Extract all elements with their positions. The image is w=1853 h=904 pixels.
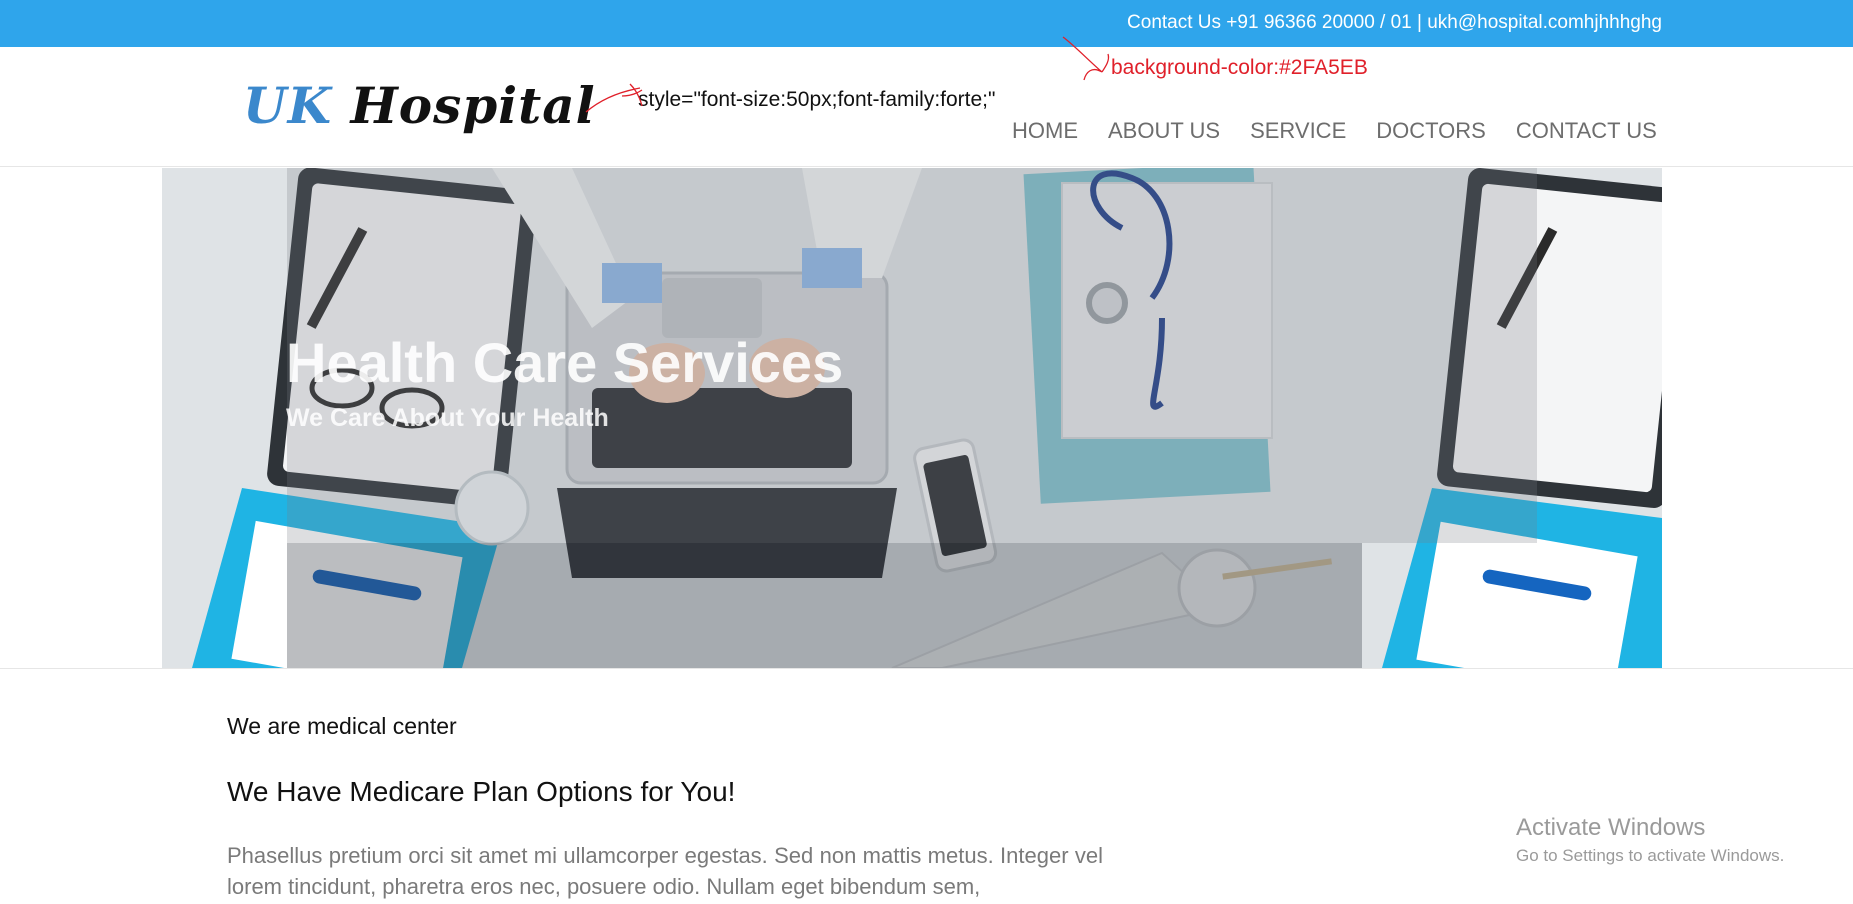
nav-item-doctors[interactable]: DOCTORS (1376, 118, 1486, 144)
nav-item-contact-us[interactable]: CONTACT US (1516, 118, 1657, 144)
background-color-annotation-note: background-color:#2FA5EB (1111, 56, 1368, 79)
section-paragraph: Phasellus pretium orci sit amet mi ullam… (227, 843, 1103, 899)
nav-item-service[interactable]: SERVICE (1250, 118, 1346, 144)
site-logo[interactable]: UK Hospital (243, 76, 596, 136)
nav-item-home[interactable]: HOME (1012, 118, 1078, 144)
activate-windows-watermark: Activate Windows Go to Settings to activ… (1516, 814, 1784, 866)
logo-part-hospital: Hospital (350, 76, 596, 135)
hero-subtitle: We Care About Your Health (286, 404, 609, 432)
logo-part-uk: UK (243, 76, 333, 135)
nav-item-about-us[interactable]: ABOUT US (1108, 118, 1220, 144)
style-annotation-note: style="font-size:50px;font-family:forte;… (638, 88, 996, 111)
hero-title: Health Care Services (286, 331, 844, 394)
watermark-title: Activate Windows (1516, 814, 1706, 841)
hero-overlay-dark (287, 543, 1362, 668)
section-heading: We Have Medicare Plan Options for You! (227, 776, 736, 807)
section-divider (0, 668, 1853, 669)
top-contact-bar: Contact Us +91 96366 20000 / 01 | ukh@ho… (0, 0, 1853, 47)
main-navigation: HOME ABOUT US SERVICE DOCTORS CONTACT US (1012, 118, 1657, 144)
watermark-subtitle: Go to Settings to activate Windows. (1516, 846, 1785, 865)
contact-info-text[interactable]: Contact Us +91 96366 20000 / 01 | ukh@ho… (1127, 12, 1662, 34)
section-label: We are medical center (227, 713, 457, 739)
